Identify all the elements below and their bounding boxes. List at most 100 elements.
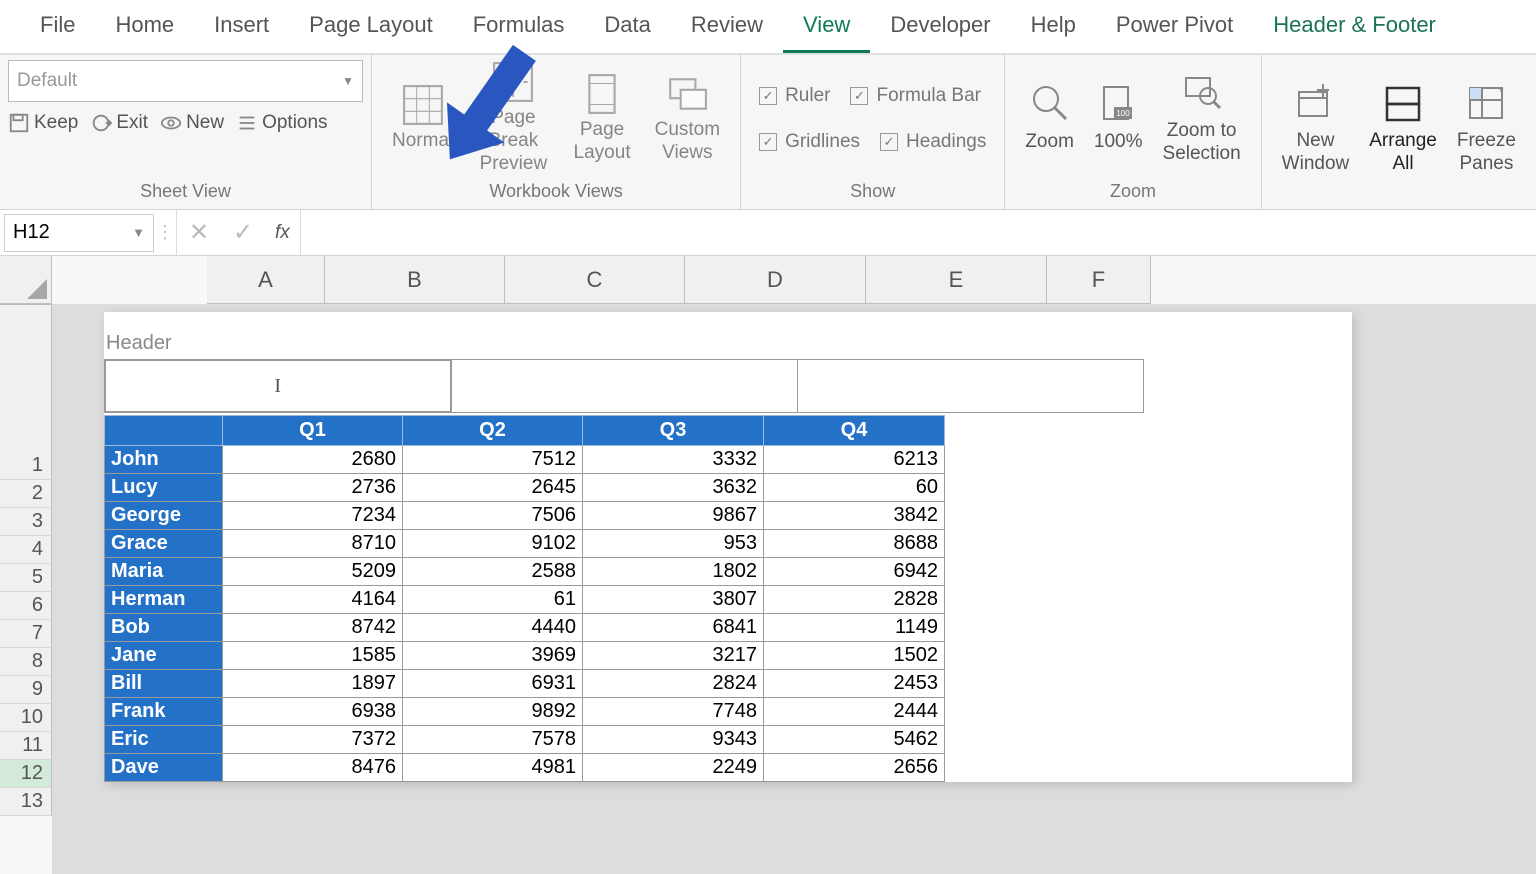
data-cell[interactable]: 2824 [583, 670, 764, 698]
row-header[interactable]: 4 [0, 536, 52, 564]
data-cell[interactable]: 4440 [403, 614, 583, 642]
data-cell[interactable]: 2453 [764, 670, 945, 698]
data-cell[interactable]: 3332 [583, 446, 764, 474]
enter-formula-button[interactable]: ✓ [221, 218, 265, 247]
table-header[interactable] [105, 416, 223, 446]
sheet-view-dropdown[interactable]: Default ▼ [8, 60, 363, 102]
row-header[interactable]: 12 [0, 760, 52, 788]
row-header[interactable]: 13 [0, 788, 52, 816]
data-cell[interactable]: 7748 [583, 698, 764, 726]
keep-button[interactable]: Keep [8, 112, 78, 134]
col-header-b[interactable]: B [325, 256, 505, 304]
data-cell[interactable]: 4164 [223, 586, 403, 614]
tab-review[interactable]: Review [671, 0, 783, 53]
row-header[interactable]: 11 [0, 732, 52, 760]
data-cell[interactable]: 2645 [403, 474, 583, 502]
data-cell[interactable]: 1802 [583, 558, 764, 586]
row-header[interactable]: 7 [0, 620, 52, 648]
data-cell[interactable]: 2249 [583, 754, 764, 782]
data-cell[interactable]: 6938 [223, 698, 403, 726]
arrange-all-button[interactable]: Arrange All [1363, 82, 1443, 176]
data-cell[interactable]: 9892 [403, 698, 583, 726]
data-cell[interactable]: 2828 [764, 586, 945, 614]
name-cell[interactable]: John [105, 446, 223, 474]
data-cell[interactable]: 2736 [223, 474, 403, 502]
data-cell[interactable]: 2588 [403, 558, 583, 586]
headings-checkbox[interactable]: ✓Headings [880, 131, 986, 153]
name-cell[interactable]: Lucy [105, 474, 223, 502]
data-cell[interactable]: 6841 [583, 614, 764, 642]
table-header[interactable]: Q2 [403, 416, 583, 446]
ruler-checkbox[interactable]: ✓Ruler [759, 85, 830, 107]
row-header[interactable]: 1 [0, 452, 52, 480]
zoom-selection-button[interactable]: Zoom to Selection [1157, 72, 1247, 166]
name-cell[interactable]: Herman [105, 586, 223, 614]
row-header[interactable]: 9 [0, 676, 52, 704]
row-header[interactable]: 3 [0, 508, 52, 536]
exit-button[interactable]: Exit [90, 112, 148, 134]
select-all-corner[interactable] [0, 256, 52, 304]
name-cell[interactable]: Bob [105, 614, 223, 642]
tab-developer[interactable]: Developer [870, 0, 1010, 53]
new-button[interactable]: New [160, 112, 224, 134]
data-cell[interactable]: 2680 [223, 446, 403, 474]
name-box[interactable]: H12 ▼ [4, 214, 154, 252]
data-cell[interactable]: 4981 [403, 754, 583, 782]
name-cell[interactable]: Dave [105, 754, 223, 782]
row-header[interactable]: 2 [0, 480, 52, 508]
data-cell[interactable]: 8476 [223, 754, 403, 782]
name-cell[interactable]: Maria [105, 558, 223, 586]
name-cell[interactable]: Eric [105, 726, 223, 754]
data-cell[interactable]: 60 [764, 474, 945, 502]
col-header-f[interactable]: F [1047, 256, 1151, 304]
tab-help[interactable]: Help [1011, 0, 1096, 53]
row-header[interactable]: 6 [0, 592, 52, 620]
fx-label[interactable]: fx [265, 222, 300, 244]
data-cell[interactable]: 7512 [403, 446, 583, 474]
data-cell[interactable]: 9102 [403, 530, 583, 558]
data-cell[interactable]: 5462 [764, 726, 945, 754]
data-cell[interactable]: 6213 [764, 446, 945, 474]
data-cell[interactable]: 1897 [223, 670, 403, 698]
data-cell[interactable]: 5209 [223, 558, 403, 586]
data-cell[interactable]: 7372 [223, 726, 403, 754]
tab-power-pivot[interactable]: Power Pivot [1096, 0, 1253, 53]
name-cell[interactable]: George [105, 502, 223, 530]
tab-header-footer[interactable]: Header & Footer [1253, 0, 1456, 53]
row-header[interactable]: 10 [0, 704, 52, 732]
name-cell[interactable]: Bill [105, 670, 223, 698]
data-cell[interactable]: 6942 [764, 558, 945, 586]
tab-insert[interactable]: Insert [194, 0, 289, 53]
data-cell[interactable]: 3969 [403, 642, 583, 670]
formula-bar-checkbox[interactable]: ✓Formula Bar [850, 85, 981, 107]
tab-file[interactable]: File [20, 0, 95, 53]
data-cell[interactable]: 1585 [223, 642, 403, 670]
custom-views-button[interactable]: Custom Views [647, 73, 728, 165]
options-button[interactable]: Options [236, 112, 327, 134]
freeze-panes-button[interactable]: * Freeze Panes [1451, 82, 1522, 176]
tab-home[interactable]: Home [95, 0, 194, 53]
data-cell[interactable]: 8710 [223, 530, 403, 558]
data-cell[interactable]: 953 [583, 530, 764, 558]
row-header[interactable]: 5 [0, 564, 52, 592]
tab-data[interactable]: Data [584, 0, 670, 53]
header-left-box[interactable]: I [105, 360, 451, 412]
data-cell[interactable]: 3807 [583, 586, 764, 614]
data-cell[interactable]: 8742 [223, 614, 403, 642]
data-cell[interactable]: 9867 [583, 502, 764, 530]
zoom-100-button[interactable]: 100 100% [1088, 83, 1149, 154]
zoom-button[interactable]: Zoom [1019, 83, 1080, 154]
name-cell[interactable]: Jane [105, 642, 223, 670]
new-window-button[interactable]: New Window [1276, 82, 1356, 176]
table-header[interactable]: Q4 [764, 416, 945, 446]
data-cell[interactable]: 6931 [403, 670, 583, 698]
col-header-a[interactable]: A [207, 256, 325, 304]
header-right-box[interactable] [798, 360, 1143, 412]
col-header-c[interactable]: C [505, 256, 685, 304]
data-cell[interactable]: 61 [403, 586, 583, 614]
name-cell[interactable]: Grace [105, 530, 223, 558]
tab-view[interactable]: View [783, 0, 870, 53]
data-cell[interactable]: 1502 [764, 642, 945, 670]
cancel-formula-button[interactable]: ✕ [177, 218, 221, 247]
data-cell[interactable]: 9343 [583, 726, 764, 754]
